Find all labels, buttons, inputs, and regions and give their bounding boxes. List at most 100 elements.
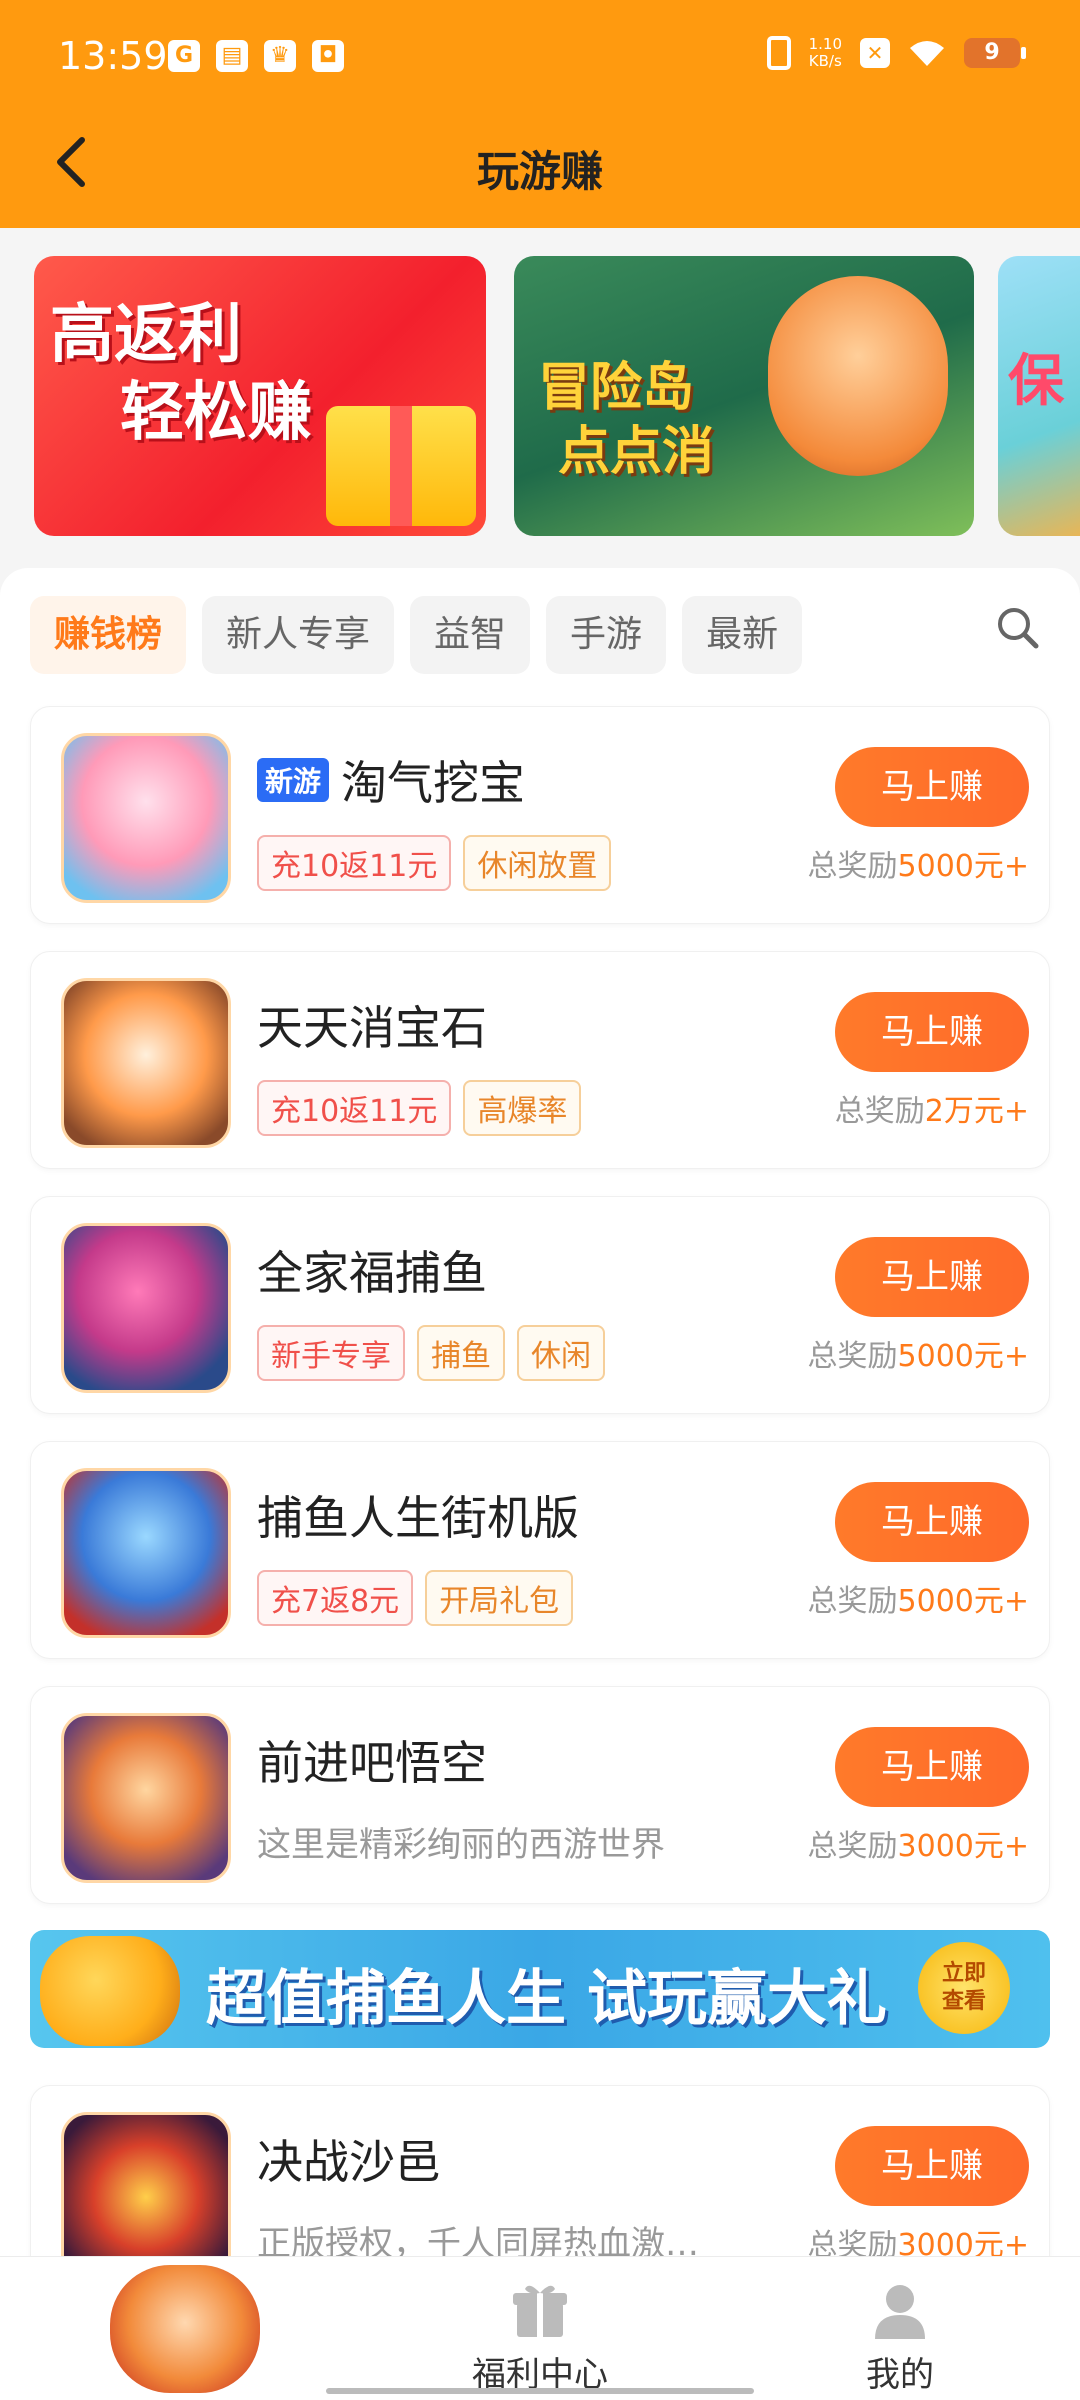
wifi-icon (910, 41, 944, 66)
gift-box-image (326, 406, 476, 526)
reward-label: 总奖励 (807, 1829, 898, 1864)
nav-welfare-center[interactable]: 福利中心 (440, 2279, 640, 2396)
reward-label: 总奖励 (807, 849, 898, 884)
game-name: 天天消宝石 (257, 1001, 487, 1055)
tab-latest[interactable]: 最新 (682, 596, 803, 674)
page-title: 玩游赚 (476, 147, 603, 196)
game-icon (61, 1223, 231, 1393)
game-name: 前进吧悟空 (257, 1736, 487, 1790)
net-speed: 1.10 KB/s (809, 36, 842, 70)
game-card[interactable]: 决战沙邑 正版授权，千人同屏热血激… 马上赚 总奖励3000元+ (30, 2085, 1050, 2285)
total-reward: 总奖励2万元+ (835, 1086, 1029, 1130)
earn-now-button[interactable]: 马上赚 (835, 1482, 1029, 1562)
game-card[interactable]: 新游 淘气挖宝 充10返11元 休闲放置 马上赚 总奖励5000元+ (30, 706, 1050, 924)
reward-label: 总奖励 (807, 1339, 898, 1374)
game-card[interactable]: 前进吧悟空 这里是精彩绚丽的西游世界 马上赚 总奖励3000元+ (30, 1686, 1050, 1904)
banner-line: 冒险岛 (538, 358, 695, 418)
home-mascot-icon[interactable] (110, 2265, 260, 2393)
game-card[interactable]: 全家福捕鱼 新手专享 捕鱼 休闲 马上赚 总奖励5000元+ (30, 1196, 1050, 1414)
earn-now-button[interactable]: 马上赚 (835, 747, 1029, 827)
reward-value: 2万元+ (924, 1094, 1029, 1129)
game-description: 这里是精彩绚丽的西游世界 (257, 1825, 665, 1865)
banner-maple-adventure[interactable]: 冒险岛 点点消 (514, 256, 974, 536)
character-image (768, 276, 948, 476)
gesture-bar[interactable] (326, 2388, 754, 2394)
view-now-line: 立即 (941, 1961, 986, 1986)
game-name: 全家福捕鱼 (257, 1246, 487, 1300)
status-time: 13:59 (58, 34, 168, 78)
wallet-icon: ▤ (216, 40, 248, 72)
game-card[interactable]: 捕鱼人生街机版 充7返8元 开局礼包 马上赚 总奖励5000元+ (30, 1441, 1050, 1659)
game-tags: 新手专享 捕鱼 休闲 (257, 1325, 605, 1381)
earn-now-button[interactable]: 马上赚 (835, 1727, 1029, 1807)
game-tags: 充7返8元 开局礼包 (257, 1570, 574, 1626)
fish-mascot-image (40, 1936, 180, 2046)
status-bar: 13:59 G ▤ ♛ ◘ 1.10 KB/s ✕ 9 (0, 0, 1080, 118)
gift-icon (513, 2285, 567, 2337)
banner-line: 轻松赚 (120, 376, 312, 450)
banner-rebate[interactable]: 高返利 轻松赚 (34, 256, 486, 536)
total-reward: 总奖励5000元+ (808, 1331, 1029, 1375)
game-tag: 充10返11元 (257, 1080, 452, 1136)
banner-partial-text: 保 (1008, 349, 1064, 414)
nav-mine[interactable]: 我的 (800, 2279, 1000, 2396)
nav-bar: 玩游赚 (0, 118, 1080, 228)
promo-banner[interactable]: 超值捕鱼人生 试玩赢大礼 立即 查看 (30, 1930, 1050, 2048)
game-tag: 新手专享 (257, 1325, 405, 1381)
bag-icon: ◘ (312, 40, 344, 72)
search-icon[interactable] (994, 604, 1044, 654)
view-now-button[interactable]: 立即 查看 (918, 1942, 1010, 2034)
sim-off-icon: ✕ (860, 38, 890, 68)
reward-label: 总奖励 (807, 1584, 898, 1619)
game-tag: 开局礼包 (425, 1570, 574, 1626)
game-title: 决战沙邑 (257, 2126, 441, 2192)
game-tags: 充10返11元 休闲放置 (257, 835, 612, 891)
nav-label: 我的 (866, 2355, 934, 2395)
tab-earn-rank[interactable]: 赚钱榜 (30, 596, 187, 674)
game-title: 捕鱼人生街机版 (257, 1482, 579, 1548)
game-tag: 捕鱼 (417, 1325, 505, 1381)
total-reward: 总奖励5000元+ (808, 1576, 1029, 1620)
promo-text: 超值捕鱼人生 试玩赢大礼 (206, 1964, 887, 2034)
game-icon (61, 1468, 231, 1638)
reward-value: 5000元+ (897, 849, 1029, 884)
view-now-line: 查看 (941, 1989, 986, 2014)
banner-line: 高返利 (50, 298, 242, 372)
tab-puzzle[interactable]: 益智 (410, 596, 531, 674)
banner-rebate-text: 高返利 轻松赚 (50, 296, 312, 452)
top-bar: 13:59 G ▤ ♛ ◘ 1.10 KB/s ✕ 9 玩游赚 (0, 0, 1080, 228)
game-tag: 休闲 (517, 1325, 605, 1381)
game-title: 天天消宝石 (257, 992, 487, 1058)
user-icon (875, 2285, 925, 2339)
tab-newcomer[interactable]: 新人专享 (202, 596, 395, 674)
game-tag: 充7返8元 (257, 1570, 414, 1626)
reward-value: 3000元+ (897, 1829, 1029, 1864)
game-tag: 高爆率 (463, 1080, 582, 1136)
total-reward: 总奖励3000元+ (808, 1821, 1029, 1865)
earn-now-button[interactable]: 马上赚 (835, 1237, 1029, 1317)
google-icon: G (168, 40, 200, 72)
earn-now-button[interactable]: 马上赚 (835, 992, 1029, 1072)
game-name: 淘气挖宝 (341, 756, 526, 810)
game-icon (61, 733, 231, 903)
battery-icon: 9 (964, 38, 1026, 68)
game-card[interactable]: 天天消宝石 充10返11元 高爆率 马上赚 总奖励2万元+ (30, 951, 1050, 1169)
notification-icons: G ▤ ♛ ◘ (168, 40, 344, 72)
game-title: 新游 淘气挖宝 (257, 747, 525, 813)
game-tag: 休闲放置 (463, 835, 612, 891)
tab-mobile-games[interactable]: 手游 (546, 596, 667, 674)
game-tag: 充10返11元 (257, 835, 452, 891)
banner-line: 点点消 (558, 422, 715, 482)
game-name: 捕鱼人生街机版 (257, 1491, 579, 1545)
total-reward: 总奖励5000元+ (808, 841, 1029, 885)
game-icon (61, 978, 231, 1148)
reward-value: 5000元+ (897, 1584, 1029, 1619)
banner-partial[interactable]: 保 (998, 256, 1080, 536)
system-icons: 1.10 KB/s ✕ 9 (766, 36, 1026, 70)
earn-now-button[interactable]: 马上赚 (835, 2126, 1029, 2206)
reward-value: 5000元+ (897, 1339, 1029, 1374)
net-speed-unit: KB/s (808, 52, 842, 70)
banner-maple-text: 冒险岛 点点消 (538, 356, 714, 484)
banner-carousel[interactable]: 高返利 轻松赚 冒险岛 点点消 保 (0, 256, 1080, 541)
new-game-badge: 新游 (257, 758, 330, 802)
